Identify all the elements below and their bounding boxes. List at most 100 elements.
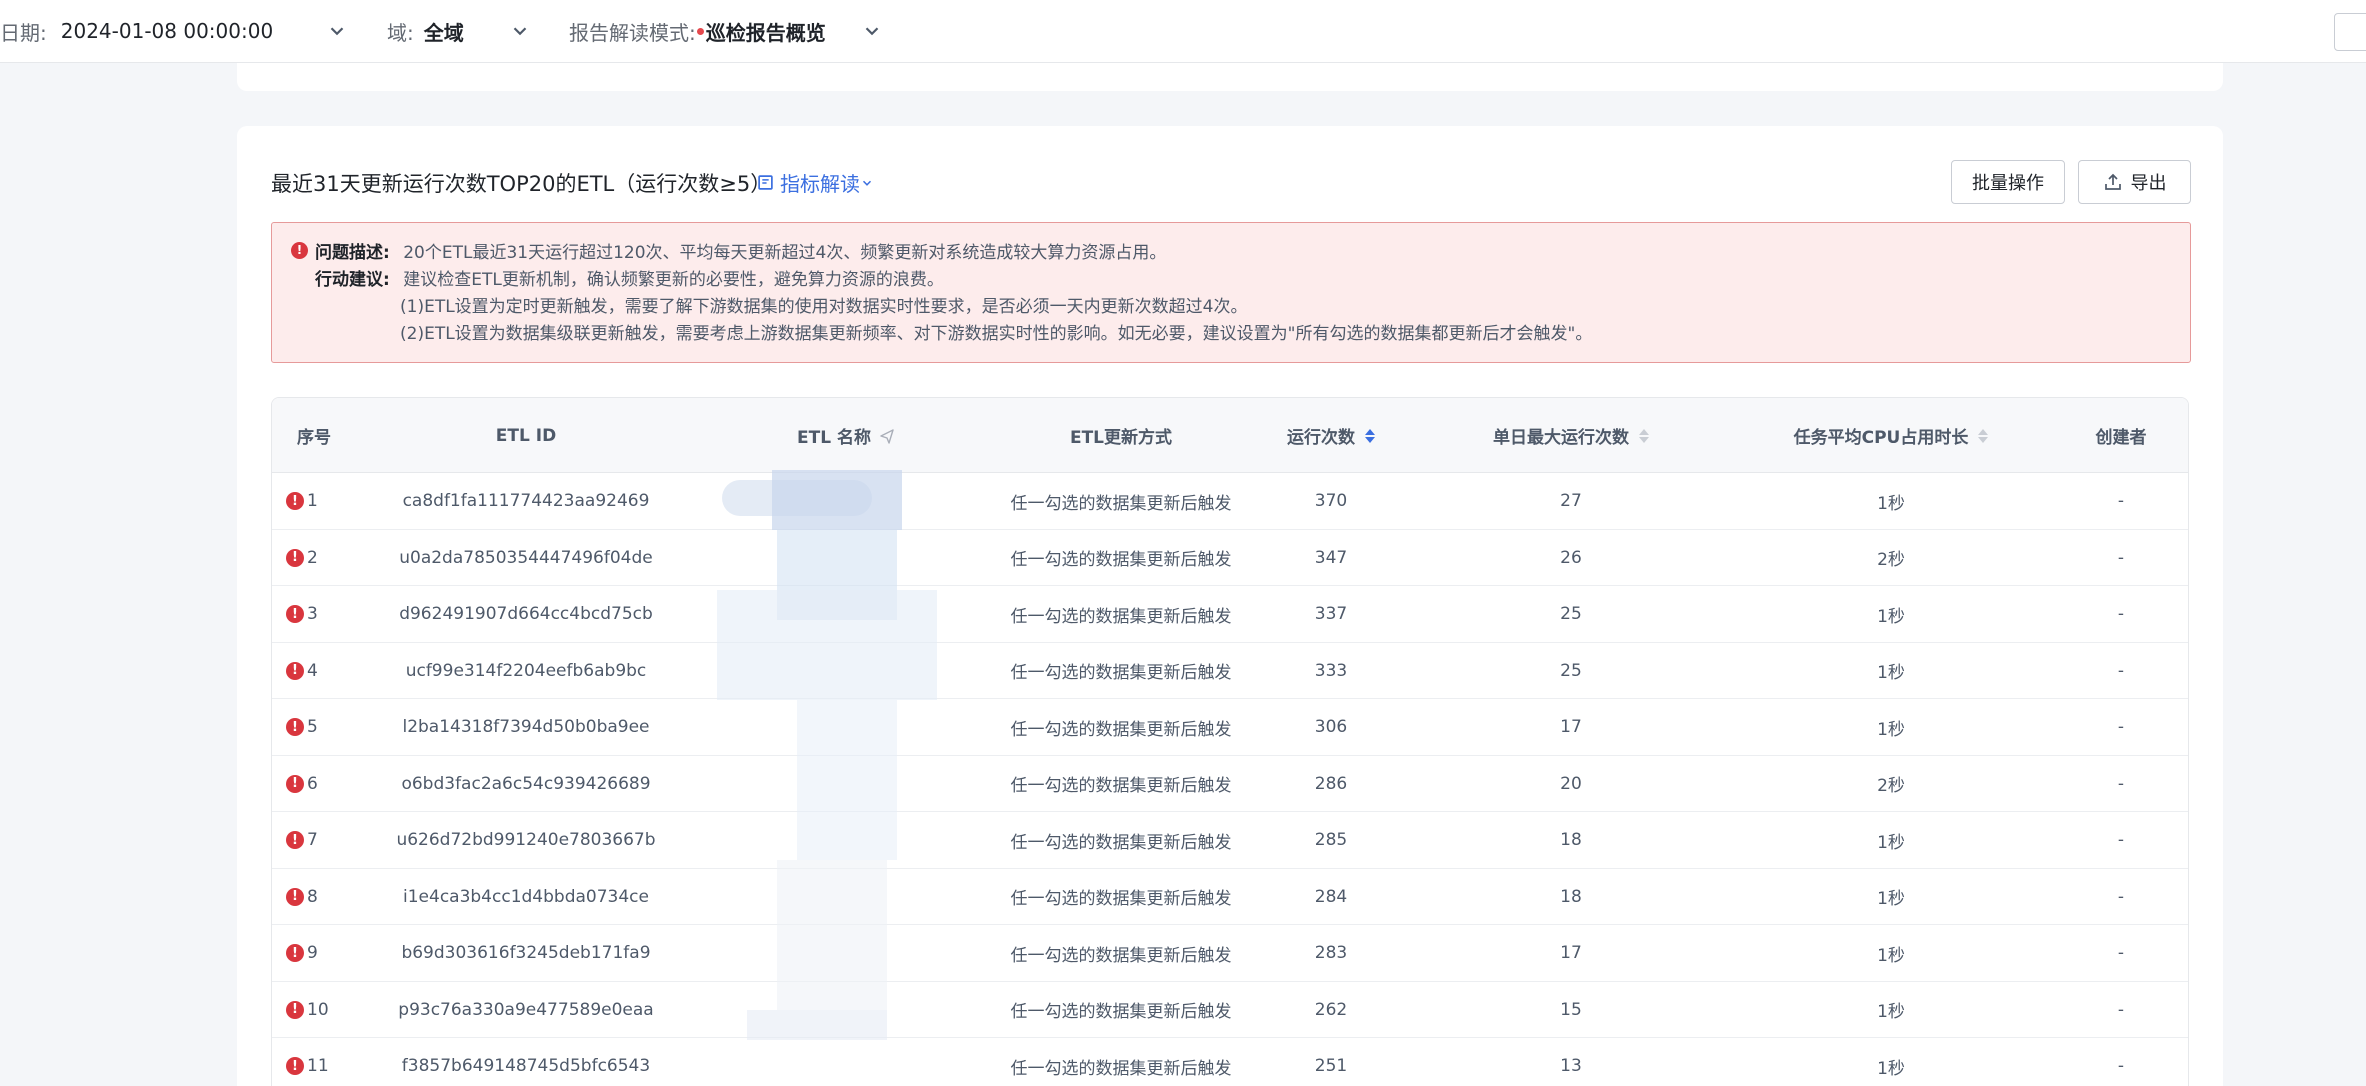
cell-run-count: 347 <box>1314 547 1348 568</box>
cell-etl-id: p93c76a330a9e477589e0eaa <box>398 999 654 1020</box>
col-cpu-avg-label: 任务平均CPU占用时长 <box>1793 428 1969 448</box>
table-row[interactable]: ! 7 u626d72bd991240e7803667b 任一勾选的数据集更新后触发 2… <box>272 812 2188 869</box>
problem-label: 问题描述: <box>315 243 390 263</box>
cell-run-count: 251 <box>1314 1056 1348 1076</box>
cell-daily-max: 20 <box>1560 773 1582 794</box>
action-label: 行动建议: <box>315 270 390 290</box>
cell-creator: - <box>2117 773 2125 794</box>
cell-update-mode: 任一勾选的数据集更新后触发 <box>1010 606 1232 627</box>
cell-etl-id: o6bd3fac2a6c54c939426689 <box>401 773 651 794</box>
sort-icon[interactable] <box>1639 428 1649 443</box>
cell-creator: - <box>2117 717 2125 737</box>
error-icon: ! <box>286 548 304 567</box>
cell-creator: - <box>2117 660 2125 681</box>
cell-etl-id: d962491907d664cc4bcd75cb <box>399 604 653 624</box>
batch-operation-button[interactable]: 批量操作 <box>1951 160 2065 204</box>
cell-cpu-avg: 1秒 <box>1877 663 1905 683</box>
mode-value: 巡检报告概览 <box>705 20 826 45</box>
chevron-down-icon <box>862 180 872 186</box>
cell-run-count: 284 <box>1314 886 1348 907</box>
cell-etl-id: l2ba14318f7394d50b0ba9ee <box>402 717 650 737</box>
cell-daily-max: 17 <box>1560 943 1582 963</box>
table-row[interactable]: ! 1 ca8df1fa111774423aa92469 任一勾选的数据集更新后触发 3… <box>272 473 2188 530</box>
row-index: ! 5 <box>286 699 356 755</box>
domain-filter[interactable]: 域: 全域 <box>387 16 537 46</box>
cell-run-count: 285 <box>1314 830 1348 850</box>
error-icon: ! <box>286 944 304 962</box>
cell-creator: - <box>2117 943 2125 963</box>
send-icon[interactable] <box>879 428 895 444</box>
cell-run-count: 262 <box>1314 999 1348 1020</box>
cell-update-mode: 任一勾选的数据集更新后触发 <box>1010 663 1232 683</box>
error-icon: ! <box>286 605 304 623</box>
cell-etl-id: f3857b649148745d5bfc6543 <box>401 1056 651 1076</box>
table-row[interactable]: ! 5 l2ba14318f7394d50b0ba9ee 任一勾选的数据集更新后触发 3… <box>272 699 2188 756</box>
date-label: 日期: <box>0 20 47 45</box>
cell-cpu-avg: 1秒 <box>1877 1002 1905 1022</box>
table-row[interactable]: ! 2 u0a2da7850354447496f04de 任一勾选的数据集更新后触发 3… <box>272 530 2188 586</box>
cell-update-mode: 任一勾选的数据集更新后触发 <box>1010 550 1232 570</box>
sort-icon[interactable] <box>1978 428 1989 443</box>
upload-icon <box>2104 173 2121 190</box>
row-index: ! 1 <box>286 473 356 529</box>
cell-cpu-avg: 1秒 <box>1877 1058 1905 1079</box>
row-index: ! 9 <box>286 925 356 981</box>
cell-daily-max: 17 <box>1560 717 1582 737</box>
cell-creator: - <box>2117 830 2125 850</box>
table-row[interactable]: ! 10 p93c76a330a9e477589e0eaa 任一勾选的数据集更新后触发… <box>272 982 2188 1038</box>
cell-etl-id: b69d303616f3245deb171fa9 <box>401 943 651 963</box>
chevron-down-icon[interactable] <box>509 20 531 42</box>
cell-daily-max: 25 <box>1560 604 1582 624</box>
col-etl-name-label: ETL 名称 <box>797 428 871 448</box>
table-row[interactable]: ! 3 d962491907d664cc4bcd75cb 任一勾选的数据集更新后触发 3… <box>272 586 2188 643</box>
cell-run-count: 370 <box>1314 491 1348 511</box>
cell-daily-max: 18 <box>1560 886 1582 907</box>
cell-cpu-avg: 1秒 <box>1877 889 1905 909</box>
row-index: ! 8 <box>286 869 356 925</box>
error-icon: ! <box>286 718 304 736</box>
cell-update-mode: 任一勾选的数据集更新后触发 <box>1010 493 1232 514</box>
export-button[interactable]: 导出 <box>2078 160 2191 204</box>
cell-cpu-avg: 1秒 <box>1877 719 1905 740</box>
cell-etl-id: u0a2da7850354447496f04de <box>399 547 653 568</box>
date-filter[interactable]: 日期: 2024-01-08 00:00:00 <box>0 16 350 46</box>
col-cpu-avg[interactable]: 任务平均CPU占用时长 <box>1726 398 2056 473</box>
col-etl-name[interactable]: ETL 名称 <box>696 398 996 473</box>
chevron-down-icon[interactable] <box>326 20 348 42</box>
filter-bar: 日期: 2024-01-08 00:00:00 域: 全域 报告解读模式: 巡检… <box>0 0 2366 63</box>
chevron-down-icon[interactable] <box>861 20 883 42</box>
mode-filter[interactable]: 报告解读模式: 巡检报告概览 <box>569 16 889 46</box>
table-row[interactable]: ! 6 o6bd3fac2a6c54c939426689 任一勾选的数据集更新后触发 2… <box>272 756 2188 812</box>
problem-alert: ! 问题描述: 20个ETL最近31天运行超过120次、平均每天更新超过4次、频… <box>271 222 2191 363</box>
cell-creator: - <box>2117 547 2125 568</box>
error-icon: ! <box>286 831 304 849</box>
row-index: ! 10 <box>286 982 356 1038</box>
table-row[interactable]: ! 9 b69d303616f3245deb171fa9 任一勾选的数据集更新后触发 2… <box>272 925 2188 982</box>
error-icon: ! <box>286 1057 304 1075</box>
error-icon: ! <box>291 242 308 259</box>
interpret-link-label: 指标解读 <box>780 172 860 196</box>
cell-run-count: 286 <box>1314 773 1348 794</box>
error-icon: ! <box>286 492 304 510</box>
table-body: ! 1 ca8df1fa111774423aa92469 任一勾选的数据集更新后触发 3… <box>272 473 2188 1086</box>
row-index: ! 11 <box>286 1038 356 1086</box>
row-index-value: 2 <box>307 547 318 568</box>
export-label: 导出 <box>2130 173 2167 194</box>
table-header: 序号 ETL ID ETL 名称 ETL更新方式 运行次数 单日最大运行次数 任… <box>272 398 2188 473</box>
col-run-count[interactable]: 运行次数 <box>1246 398 1416 473</box>
col-run-count-label: 运行次数 <box>1287 428 1355 448</box>
cell-creator: - <box>2117 999 2125 1020</box>
table-row[interactable]: ! 4 ucf99e314f2204eefb6ab9bc 任一勾选的数据集更新后触发 3… <box>272 643 2188 699</box>
cell-update-mode: 任一勾选的数据集更新后触发 <box>1010 832 1232 853</box>
col-daily-max[interactable]: 单日最大运行次数 <box>1416 398 1726 473</box>
col-etl-id: ETL ID <box>495 425 557 446</box>
table-row[interactable]: ! 11 f3857b649148745d5bfc6543 任一勾选的数据集更新后触发… <box>272 1038 2188 1086</box>
toolbar-button[interactable] <box>2334 13 2366 51</box>
table-row[interactable]: ! 8 i1e4ca3b4cc1d4bbda0734ce 任一勾选的数据集更新后触发 2… <box>272 869 2188 925</box>
row-index-value: 8 <box>307 886 318 907</box>
row-index-value: 9 <box>307 943 318 963</box>
interpret-link[interactable]: 指标解读 <box>757 168 880 197</box>
sort-icon[interactable] <box>1365 428 1375 443</box>
cell-daily-max: 15 <box>1560 999 1582 1020</box>
cell-daily-max: 27 <box>1560 491 1582 511</box>
